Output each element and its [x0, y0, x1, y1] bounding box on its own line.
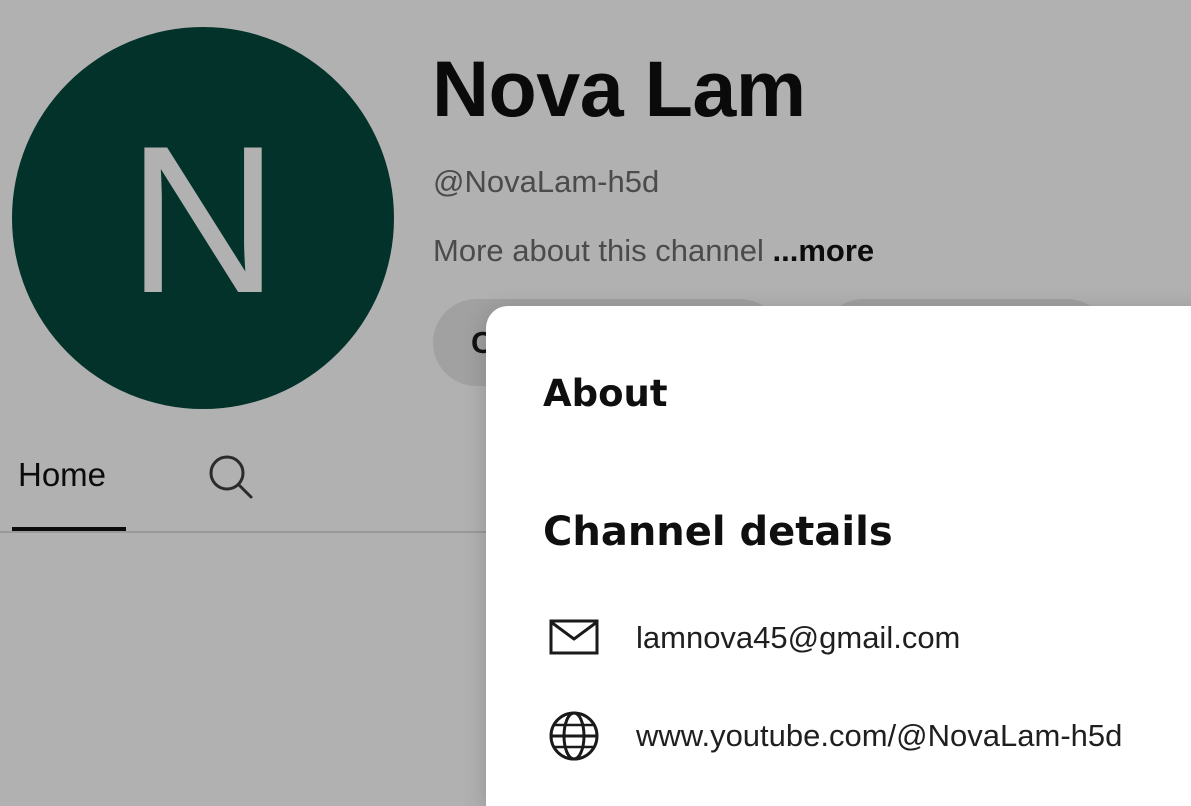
mail-icon-graphic — [549, 619, 599, 655]
channel-handle: @NovaLam-h5d — [433, 164, 660, 199]
search-icon-graphic — [209, 455, 253, 499]
channel-details-heading: Channel details — [543, 509, 893, 555]
about-dialog: About Channel details lamnova45@gmail.co… — [486, 306, 1191, 806]
email-row: lamnova45@gmail.com — [548, 610, 960, 666]
channel-email[interactable]: lamnova45@gmail.com — [636, 620, 960, 656]
more-link[interactable]: ...more — [773, 233, 875, 268]
search-icon[interactable] — [205, 452, 257, 504]
avatar-initial: N — [127, 102, 279, 337]
globe-icon-graphic — [549, 711, 599, 761]
channel-description-text: More about this channel — [433, 233, 764, 268]
channel-description: More about this channel ...more — [433, 233, 874, 269]
mail-icon — [548, 612, 600, 664]
about-title: About — [543, 372, 668, 415]
channel-url-row: www.youtube.com/@NovaLam-h5d — [548, 708, 1122, 764]
globe-icon — [548, 710, 600, 762]
tab-home-label: Home — [18, 456, 107, 493]
channel-page: N Nova Lam @NovaLam-h5d More about this … — [0, 0, 1191, 806]
tab-home[interactable]: Home — [12, 448, 126, 532]
channel-avatar: N — [12, 27, 394, 409]
channel-url-link[interactable]: www.youtube.com/@NovaLam-h5d — [636, 718, 1122, 754]
channel-name: Nova Lam — [432, 44, 806, 133]
